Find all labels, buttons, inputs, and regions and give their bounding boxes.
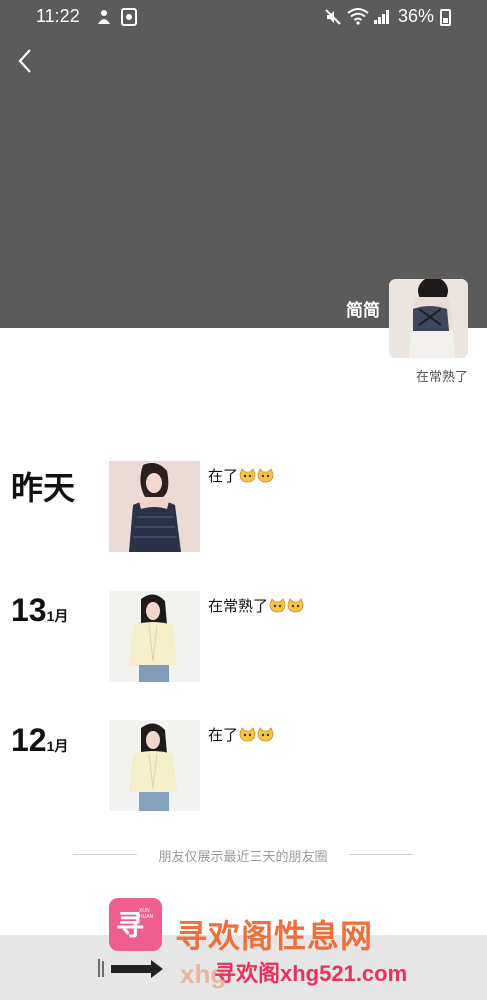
post-day: 昨天 [11,470,76,506]
watermark-logo-sub: XUN HUAN [139,908,154,920]
battery-percent: 36% [398,6,435,26]
cat-emoji-icon [287,598,304,613]
watermark-title: 寻欢阁性息网 [175,918,374,954]
cat-emoji-icon [257,468,274,483]
wifi-icon [347,8,369,25]
watermark-arrow-icon [98,959,163,978]
notification-icon [98,10,110,24]
cat-emoji-icon [257,727,274,742]
back-chevron-icon[interactable] [14,46,40,76]
profile-signature: 在常熟了 [415,369,468,384]
avatar[interactable] [389,279,468,358]
divider [73,854,137,855]
battery-icon [440,9,451,26]
cat-emoji-icon [239,727,256,742]
post-date: 131月 [11,592,68,629]
post-caption-text: 在常熟了 [208,598,269,615]
watermark-logo: 寻 XUN HUAN [109,898,162,951]
post-caption[interactable]: 在了 [208,465,274,486]
post-day: 12 [11,722,47,758]
cat-emoji-icon [239,468,256,483]
post-photo[interactable] [109,591,200,682]
post-caption-text: 在了 [208,727,239,744]
post-caption[interactable]: 在了 [208,724,274,745]
post-date: 昨天 [11,463,75,509]
divider [349,854,413,855]
post-caption-text: 在了 [208,468,239,485]
watermark-url: 寻欢阁xhg521.com [214,961,408,986]
profile-name[interactable]: 简简 [330,296,380,321]
status-time: 11:22 [36,6,80,26]
post-month: 1月 [46,608,69,624]
post-day: 13 [11,592,47,628]
post-date: 121月 [11,722,68,759]
post-caption[interactable]: 在常熟了 [208,595,304,616]
status-bar: 11:22 36% [0,0,487,34]
post-photo[interactable] [109,461,200,552]
feed-limit-notice: 朋友仅展示最近三天的朋友圈 [73,846,413,864]
mute-icon [325,9,341,25]
cat-emoji-icon [269,598,286,613]
post-photo[interactable] [109,720,200,811]
signal-icon [374,10,390,24]
screen-recorder-icon [121,8,137,26]
post-month: 1月 [46,738,69,754]
feed-limit-text: 朋友仅展示最近三天的朋友圈 [158,849,328,864]
